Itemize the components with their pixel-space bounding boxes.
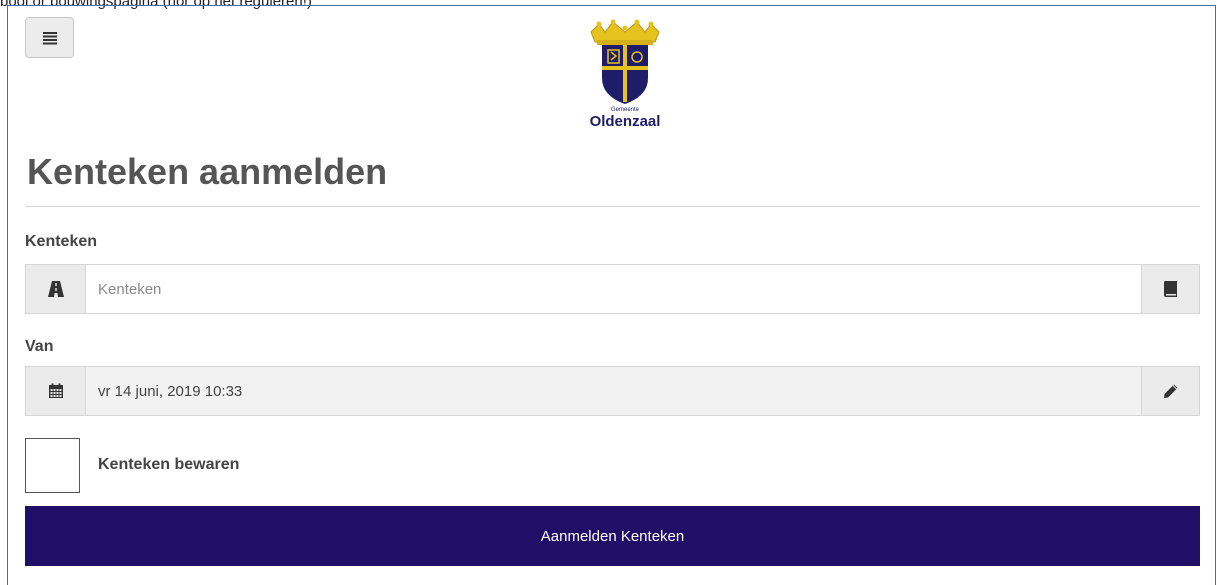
van-edit-button[interactable] bbox=[1141, 367, 1199, 415]
kenteken-book-button[interactable] bbox=[1141, 265, 1199, 313]
kenteken-label: Kenteken bbox=[25, 233, 98, 250]
title-divider bbox=[25, 206, 1200, 207]
kenteken-bewaren-label[interactable]: Kenteken bewaren bbox=[98, 456, 239, 474]
municipality-logo: Gemeente Oldenzaal bbox=[571, 18, 679, 134]
kenteken-field-wrap bbox=[86, 265, 1141, 313]
kenteken-input-group bbox=[25, 264, 1200, 314]
book-icon bbox=[1163, 281, 1177, 297]
pencil-icon bbox=[1163, 384, 1177, 398]
logo-name: Oldenzaal bbox=[589, 113, 661, 130]
hamburger-menu-icon bbox=[42, 31, 57, 44]
page-title: Kenteken aanmelden bbox=[27, 151, 388, 192]
calendar-icon bbox=[48, 383, 63, 398]
van-datetime-field[interactable]: vr 14 juni, 2019 10:33 bbox=[86, 367, 1141, 415]
kenteken-input[interactable] bbox=[98, 280, 1141, 298]
van-addon bbox=[26, 367, 86, 415]
aanmelden-kenteken-button[interactable]: Aanmelden Kenteken bbox=[25, 506, 1200, 566]
kenteken-bewaren-checkbox[interactable] bbox=[25, 438, 80, 493]
coat-of-arms-icon bbox=[590, 19, 660, 104]
van-label: Van bbox=[25, 338, 54, 355]
van-input-group: vr 14 juni, 2019 10:33 bbox=[25, 366, 1200, 416]
road-icon bbox=[47, 281, 64, 297]
menu-button[interactable] bbox=[25, 17, 74, 58]
kenteken-addon bbox=[26, 265, 86, 313]
